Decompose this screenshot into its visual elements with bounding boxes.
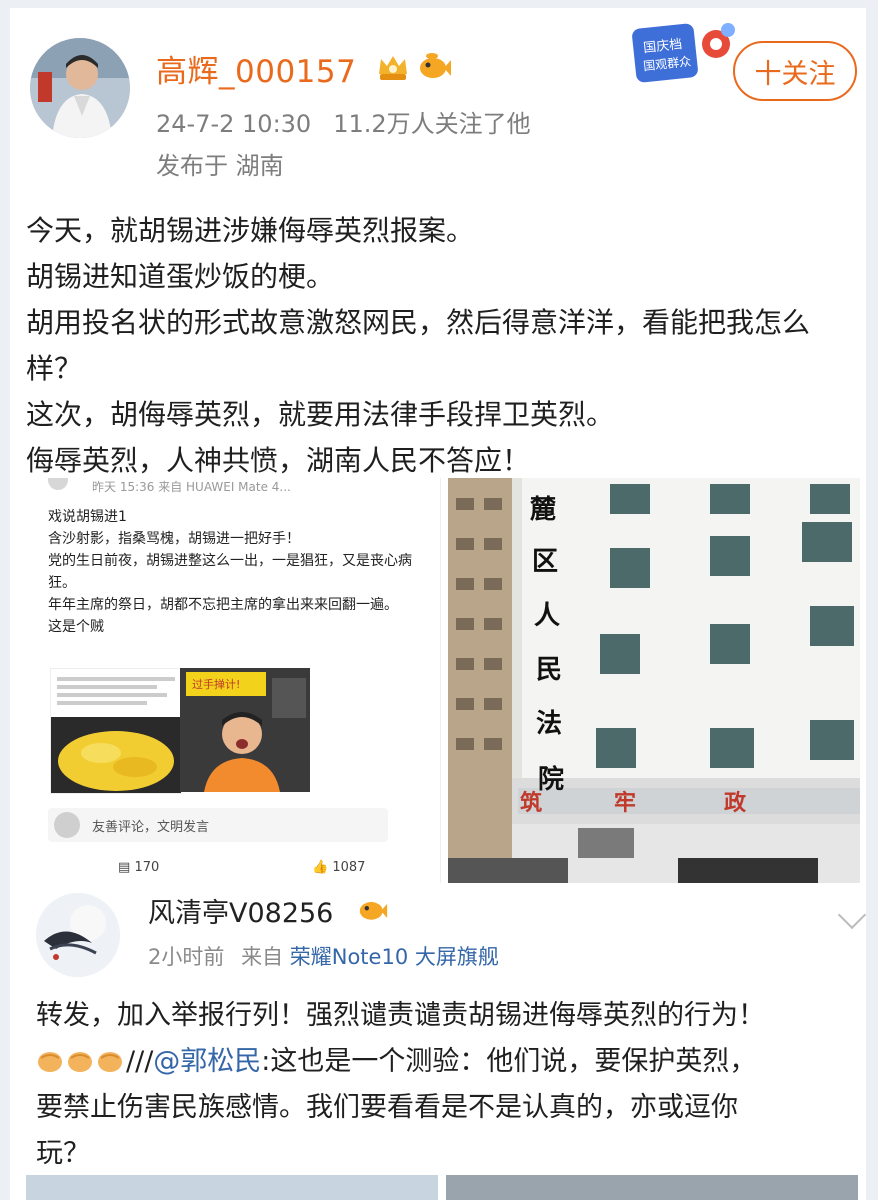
fist-emoji-icon: [98, 1052, 122, 1072]
comment-input[interactable]: 友善评论，文明发言: [48, 808, 388, 842]
fist-emoji-icon: [38, 1052, 62, 1072]
repost-time: 2小时前: [148, 945, 225, 969]
comment-placeholder: 友善评论，文明发言: [92, 819, 210, 835]
fried-rice-image: [51, 669, 181, 793]
mention-link[interactable]: @郭松民: [153, 1046, 261, 1077]
court-sign-char: 民: [536, 655, 562, 685]
courthouse-photo: 麓 区 人 民 法 院 筑 牢 政: [448, 478, 860, 883]
reposter-avatar[interactable]: [36, 893, 120, 977]
reposter-username[interactable]: 风清亭V08256: [148, 891, 333, 930]
embedded-line: 年年主席的祭日，胡都不忘把主席的拿出来来回翻一遍。: [48, 597, 398, 613]
banner-char: 牢: [614, 790, 636, 816]
post-timestamp: 24-7-2 10:30: [156, 110, 312, 138]
post-image-courthouse[interactable]: 麓 区 人 民 法 院 筑 牢 政: [448, 478, 860, 883]
embedded-avatar: [48, 478, 68, 490]
avatar-image: [36, 893, 120, 977]
comment-icon: ▤: [118, 860, 131, 875]
repost-line: 要禁止伤害民族感情。我们要看看是不是认真的，亦或逗你: [36, 1092, 738, 1123]
repost-image-thumbnail[interactable]: [26, 1175, 438, 1200]
follower-count: 11.2万人关注了他: [333, 110, 531, 138]
court-sign-char: 法: [536, 709, 562, 739]
chevron-down-icon[interactable]: [837, 900, 866, 930]
post-meta: 24-7-2 10:30 11.2万人关注了他: [156, 104, 531, 139]
embedded-line: 党的生日前夜，胡锡进整这么一出，一是猖狂，又是丧心病狂。: [48, 553, 412, 591]
comment-count: ▤ 170: [118, 860, 160, 875]
repost-meta: 2小时前 来自 荣耀Note10 大屏旗舰: [148, 941, 499, 971]
source-device-link[interactable]: 荣耀Note10 大屏旗舰: [290, 945, 499, 969]
embedded-text: 含沙射影，指桑骂槐，胡锡进一把好手！ 党的生日前夜，胡锡进整这么一出，一是猖狂，…: [48, 528, 428, 638]
repost-line: 玩？: [36, 1138, 90, 1169]
fish-badge-icon: [359, 902, 388, 920]
avatar-image: [30, 38, 130, 138]
post-line: 胡锡进知道蛋炒饭的梗。: [26, 260, 335, 293]
source-prefix: 来自: [241, 945, 284, 969]
video-thumbnail: 过手掸计!: [180, 668, 310, 792]
post-line: 这次，胡侮辱英烈，就要用法律手段捍卫英烈。: [26, 398, 615, 431]
embedded-title: 戏说胡锡进1: [48, 509, 127, 525]
commenter-avatar: [54, 812, 80, 838]
repost-card: 风清亭V08256 2小时前 来自 荣耀Note10 大屏旗舰 转发，加入举报行…: [10, 883, 866, 1200]
thumb-caption: 过手掸计!: [192, 677, 240, 691]
crown-badge-icon: [379, 56, 407, 80]
like-count: 👍 1087: [312, 860, 366, 875]
court-sign-char: 人: [534, 601, 560, 631]
post-line: 胡用投名状的形式故意激怒网民，然后得意洋洋，看能把我怎么样？: [26, 306, 811, 385]
repost-body: 转发，加入举报行列！强烈谴责谴责胡锡进侮辱英烈的行为！ ///@郭松民:这也是一…: [36, 993, 856, 1177]
author-username[interactable]: 高辉_000157: [156, 46, 356, 91]
repost-line: ///@郭松民:这也是一个测验：他们说，要保护英烈，: [36, 1039, 856, 1085]
holiday-promo-icon[interactable]: 国庆档 国观群众: [630, 18, 736, 88]
fist-emoji-icon: [68, 1052, 92, 1072]
author-avatar[interactable]: [30, 38, 130, 138]
post-location: 发布于 湖南: [156, 152, 284, 180]
repost-text: :这也是一个测验：他们说，要保护英烈，: [261, 1046, 757, 1077]
banner-char: 政: [724, 790, 747, 816]
banner-char: 筑: [520, 790, 542, 816]
court-sign-char: 麓: [530, 495, 556, 525]
embedded-line: 这是个贼: [48, 619, 104, 635]
like-icon: 👍: [312, 860, 329, 875]
repost-line: 转发，加入举报行列！强烈谴责谴责胡锡进侮辱英烈的行为！: [36, 1000, 765, 1031]
embedded-meta: 昨天 15:36 来自 HUAWEI Mate 4...: [48, 478, 291, 495]
fish-badge-icon: [420, 53, 451, 78]
egg-fried-rice-thumbnail: [50, 668, 182, 794]
repost-images: [26, 1175, 858, 1200]
embedded-line: 含沙射影，指桑骂槐，胡锡进一把好手！: [48, 531, 300, 547]
repost-image-thumbnail[interactable]: [446, 1175, 858, 1200]
video-frame-image: 过手掸计!: [180, 668, 310, 792]
repost-slashes: ///: [126, 1046, 154, 1077]
post-body: 今天，就胡锡进涉嫌侮辱英烈报案。 胡锡进知道蛋炒饭的梗。 胡用投名状的形式故意激…: [26, 208, 856, 484]
follow-button[interactable]: 十关注: [733, 41, 857, 101]
post-line: 今天，就胡锡进涉嫌侮辱英烈报案。: [26, 214, 475, 247]
post-image-screenshot[interactable]: 昨天 15:36 来自 HUAWEI Mate 4... 戏说胡锡进1 含沙射影…: [20, 478, 441, 883]
court-sign-char: 区: [532, 547, 558, 577]
weibo-post-card: 高辉_000157 24-7-2 10:30 11.2万人关注了他 发布于 湖南 …: [10, 8, 866, 883]
